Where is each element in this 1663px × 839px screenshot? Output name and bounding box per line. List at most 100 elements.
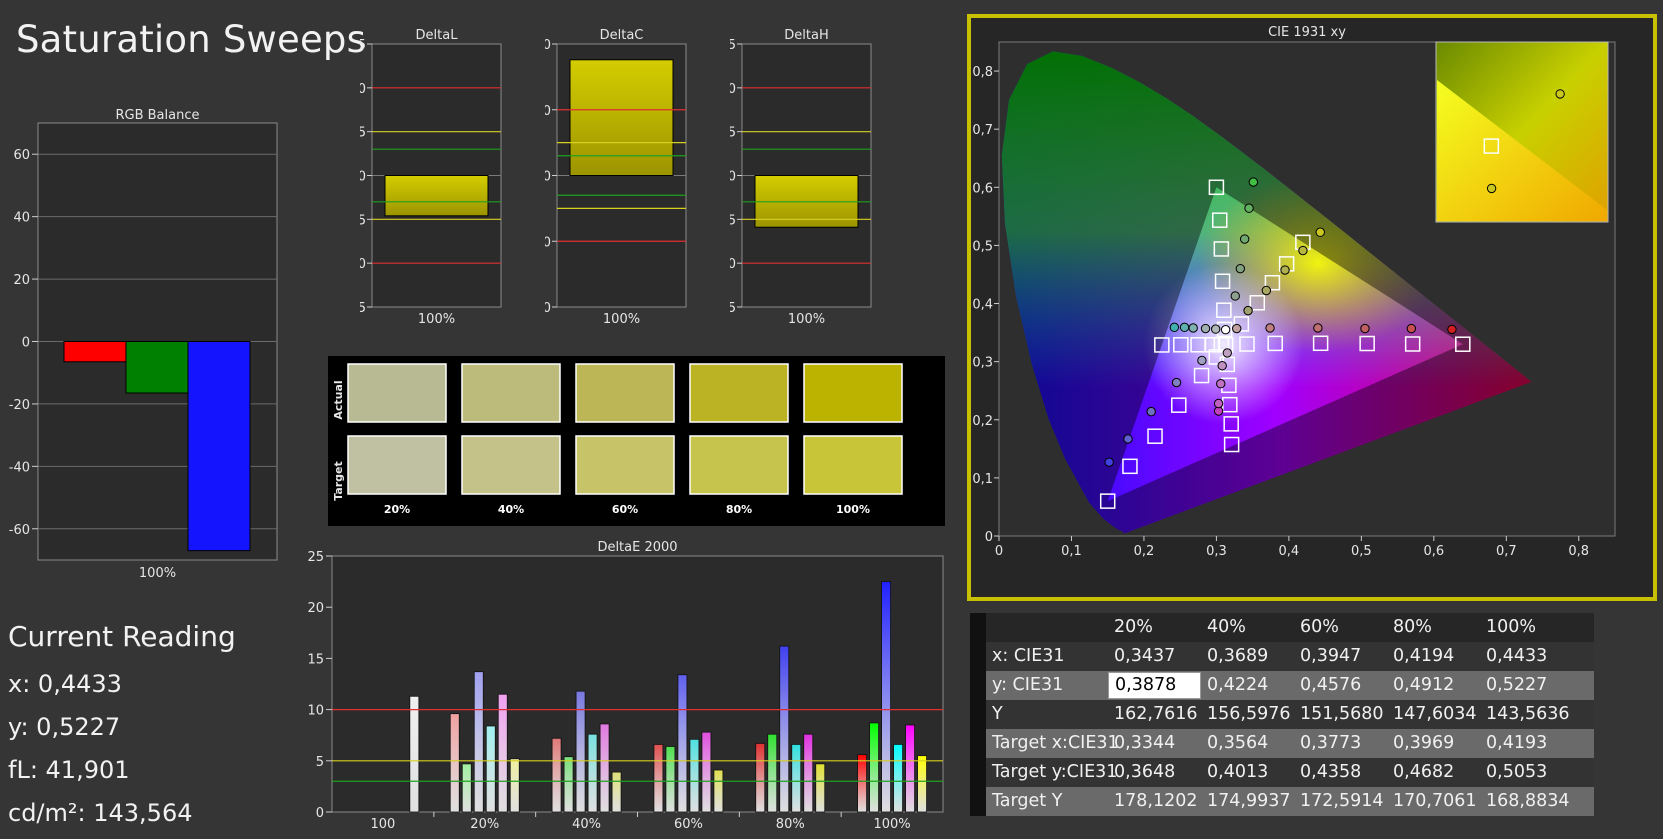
- table-cell[interactable]: 0,4912: [1387, 671, 1480, 700]
- table-cell[interactable]: 170,7061: [1387, 787, 1480, 816]
- row-label-actual: Actual: [332, 380, 345, 419]
- y-tick-label: 20: [307, 601, 324, 616]
- table-cell[interactable]: 168,8834: [1480, 787, 1573, 816]
- table-cell[interactable]: 0,4194: [1387, 642, 1480, 671]
- row-marker: [970, 787, 986, 816]
- y-tick-label: 0: [730, 170, 736, 185]
- table-cell[interactable]: 151,5680: [1294, 700, 1387, 729]
- table-cell[interactable]: 162,7616: [1108, 700, 1201, 729]
- table-cell[interactable]: 0,5227: [1480, 671, 1573, 700]
- table-cell[interactable]: 0,4013: [1201, 758, 1294, 787]
- table-cell[interactable]: 0,4433: [1480, 642, 1573, 671]
- delta-l-chart: DeltaL 15 10 5 0 -5 -10 -15 100%: [360, 28, 502, 327]
- x-tick-label: 80%: [776, 817, 805, 832]
- table-cell[interactable]: 0,3773: [1294, 729, 1387, 758]
- chart-title: CIE 1931 xy: [1268, 25, 1346, 40]
- actual-swatch: [461, 363, 561, 423]
- y-tick-label: -40: [9, 460, 30, 475]
- y-tick-label: 10: [730, 82, 736, 97]
- row-marker: [970, 671, 986, 700]
- y-tick-label: 0,2: [972, 414, 993, 429]
- y-tick-label: -20: [9, 398, 30, 413]
- table-cell[interactable]: 0,4358: [1294, 758, 1387, 787]
- measured-point: [1235, 263, 1246, 274]
- row-marker: [970, 700, 986, 729]
- table-cell[interactable]: 0,3344: [1108, 729, 1201, 758]
- table-cell[interactable]: 0,4682: [1387, 758, 1480, 787]
- table-cell[interactable]: 0,3969: [1387, 729, 1480, 758]
- row-marker: [970, 758, 986, 787]
- y-tick-label: 20: [545, 38, 551, 53]
- actual-swatch: [803, 363, 903, 423]
- measured-point: [1216, 379, 1226, 389]
- y-tick-label: 0: [545, 170, 551, 185]
- table-cell[interactable]: 172,5914: [1294, 787, 1387, 816]
- delta-e-bar: [587, 733, 598, 813]
- table-cell[interactable]: 0,3648: [1108, 758, 1201, 787]
- delta-e-bar: [767, 733, 778, 813]
- table-row-label: y: CIE31: [992, 675, 1064, 695]
- target-swatch: [803, 435, 903, 495]
- table-cell[interactable]: 0,4193: [1480, 729, 1573, 758]
- measured-point: [1146, 406, 1156, 417]
- color-swatch-panel: Actual Target 20% 40% 60% 80% 100%: [328, 356, 945, 526]
- delta-e-bar: [449, 713, 460, 813]
- delta-e-bar: [473, 671, 484, 813]
- table-cell[interactable]: 0,3564: [1201, 729, 1294, 758]
- measured-point: [1298, 245, 1308, 256]
- table-cell[interactable]: 0,3947: [1294, 642, 1387, 671]
- row-marker: [970, 613, 986, 642]
- measured-point: [1265, 323, 1275, 333]
- table-cell[interactable]: 0,4576: [1294, 671, 1387, 700]
- delta-e-bar: [611, 771, 622, 813]
- table-cell[interactable]: 178,1202: [1108, 787, 1201, 816]
- delta-e-bar: [701, 731, 712, 813]
- delta-e-bar: [563, 756, 574, 813]
- delta-e-bar: [905, 724, 915, 813]
- x-tick-label: 100%: [418, 312, 455, 327]
- table-cell[interactable]: 0,4224: [1201, 671, 1294, 700]
- actual-swatch: [575, 363, 675, 423]
- y-tick-label: 10: [545, 104, 551, 119]
- table-cell[interactable]: 0,3437: [1108, 642, 1201, 671]
- delta-e-bar: [485, 725, 496, 813]
- table-row[interactable]: y: CIE31 0,3878 0,4224 0,4576 0,4912 0,5…: [970, 671, 1594, 700]
- table-header-cell: 100%: [1486, 617, 1537, 637]
- table-cell[interactable]: 156,5976: [1201, 700, 1294, 729]
- delta-e-bar: [599, 723, 610, 813]
- swatch-column-label: 20%: [384, 503, 410, 516]
- x-tick-label: 60%: [674, 817, 703, 832]
- delta-e-bar: [779, 645, 790, 813]
- y-tick-label: 5: [360, 126, 366, 141]
- measured-point: [1360, 323, 1370, 334]
- table-row[interactable]: Target Y 178,1202 174,9937 172,5914 170,…: [970, 787, 1594, 816]
- measured-point: [1169, 322, 1180, 333]
- table-cell[interactable]: 0,3689: [1201, 642, 1294, 671]
- swatch-column-label: 100%: [836, 503, 870, 516]
- table-row[interactable]: Target y:CIE31 0,3648 0,4013 0,4358 0,46…: [970, 758, 1594, 787]
- inset-measured-point: [1486, 183, 1497, 194]
- table-row-label: Target y:CIE31: [992, 762, 1118, 782]
- y-tick-label: 0,3: [972, 356, 993, 371]
- x-tick-label: 100%: [788, 312, 825, 327]
- table-cell[interactable]: 143,5636: [1480, 700, 1573, 729]
- table-row[interactable]: Target x:CIE31 0,3344 0,3564 0,3773 0,39…: [970, 729, 1594, 758]
- measured-point: [1210, 324, 1221, 334]
- y-tick-label: -15: [730, 301, 736, 316]
- page-title: Saturation Sweeps: [16, 18, 367, 61]
- table-cell[interactable]: 0,5053: [1480, 758, 1573, 787]
- table-row-label: Target x:CIE31: [992, 733, 1119, 753]
- measured-point: [1171, 377, 1182, 388]
- delta-e-bar: [653, 744, 664, 813]
- measured-point: [1197, 355, 1207, 366]
- delta-e-bar: [665, 746, 676, 813]
- table-cell[interactable]: 147,6034: [1387, 700, 1480, 729]
- table-row[interactable]: Y 162,7616 156,5976 151,5680 147,6034 14…: [970, 700, 1594, 729]
- selected-table-cell[interactable]: 0,3878: [1108, 672, 1201, 699]
- table-row[interactable]: x: CIE31 0,3437 0,3689 0,3947 0,4194 0,4…: [970, 642, 1594, 671]
- delta-e-2000-chart: DeltaE 20000510152025100 20% 40% 60% 80% 100%: [307, 540, 944, 832]
- table-cell[interactable]: 174,9937: [1201, 787, 1294, 816]
- target-swatch: [689, 435, 789, 495]
- x-tick-label: 0,5: [1351, 544, 1372, 559]
- measured-point: [1313, 323, 1323, 333]
